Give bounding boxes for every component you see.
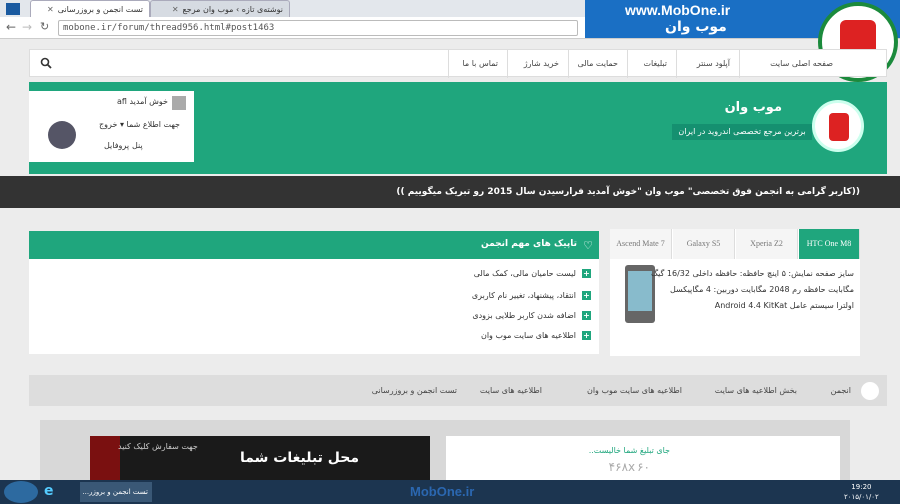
clock[interactable]: 19:20 ۲۰۱۵/۰۱/۰۲	[844, 482, 879, 502]
reload-icon[interactable]: ↻	[40, 20, 49, 33]
home-icon[interactable]	[861, 382, 879, 400]
url-input[interactable]: mobone.ir/forum/thread956.html#post1463	[58, 20, 578, 36]
welcome-box: خوش آمدید afl جهت اطلاع شما ▾ خروج پروفا…	[29, 91, 194, 162]
topic-item[interactable]: + اطلاعیه های سایت موب وان	[481, 331, 591, 345]
tab-galaxy-s5[interactable]: Galaxy S5	[673, 229, 735, 259]
heart-icon: ♡	[583, 239, 593, 252]
topic-label: اطلاعیه های سایت موب وان	[480, 331, 576, 340]
ad-slot[interactable]: جای تبلیغ شما خالیست.. ۴۶۸x۶۰	[446, 436, 840, 480]
nav-item-contact[interactable]: تماس با ما	[448, 50, 506, 78]
start-button[interactable]	[4, 481, 38, 503]
tab-title: تست انجمن و بروزرسانی	[57, 4, 143, 14]
notifications-label: جهت اطلاع شما	[126, 120, 180, 129]
chevron-down-icon: ▾	[119, 120, 124, 129]
important-topics-panel: تاپیک های مهم انجمن ♡ + لیست حامیان مالی،…	[29, 231, 599, 354]
topics-header: تاپیک های مهم انجمن ♡	[29, 231, 599, 259]
topic-label: لیست حامیان مالی، کمک مالی	[473, 269, 576, 278]
topic-item[interactable]: + انتقاد، پیشنهاد، تغییر نام کاربری	[472, 291, 591, 305]
plus-icon: +	[582, 291, 591, 300]
logout-link[interactable]: خروج	[99, 120, 117, 129]
site-title[interactable]: موب وان	[700, 100, 782, 115]
plus-icon: +	[582, 311, 591, 320]
spec-line: سایز صفحه نمایش: ۵ اینچ حافظه: حافظه داخ…	[650, 269, 854, 278]
spec-line: مگابایت حافظه رم 2048 مگابایت دوربین: 4 …	[669, 285, 854, 294]
topic-item[interactable]: + اضافه شدن کاربر طلایی بزودی	[472, 311, 591, 325]
nav-item-home[interactable]: صفحه اصلی سایت	[739, 50, 841, 78]
site-subtitle: برترین مرجع تخصصی اندروید در ایران	[672, 124, 812, 140]
breadcrumb-item[interactable]: بخش اطلاعیه های سایت	[715, 375, 797, 406]
internet-explorer-icon[interactable]: e	[44, 483, 62, 501]
welcome-text: خوش آمدید afl	[116, 97, 168, 106]
search-icon[interactable]	[40, 57, 52, 69]
os-taskbar: e تست انجمن و بروزر... MobOne.ir 19:20 ۲…	[0, 480, 900, 504]
close-icon[interactable]: ✕	[172, 5, 179, 14]
user-icon	[172, 96, 186, 110]
tab-ascend-mate-7[interactable]: Ascend Mate 7	[610, 229, 672, 259]
clock-time: 19:20	[851, 483, 872, 491]
ads-area: جهت سفارش کلیک کنید محل تبلیغات شما جای …	[40, 420, 850, 480]
nav-item-donate[interactable]: حمایت مالی	[568, 50, 626, 78]
announcement-text: ((کاربر گرامی به انجمن فوق تخصصی" موب وا…	[396, 187, 860, 197]
breadcrumb-item[interactable]: اطلاعیه های سایت	[480, 375, 542, 406]
nav-item-upload[interactable]: آپلود سنتر	[676, 50, 738, 78]
back-arrow-icon[interactable]: ←	[6, 20, 16, 34]
browser-tab-active[interactable]: تست انجمن و بروزرسانی ✕	[30, 0, 150, 17]
site-logo[interactable]	[812, 100, 864, 152]
announcement-bar: ((کاربر گرامی به انجمن فوق تخصصی" موب وا…	[0, 176, 900, 208]
plus-icon: +	[582, 331, 591, 340]
ad-banner-title: محل تبلیغات شما	[240, 450, 360, 466]
watermark-name: موب وان	[665, 19, 727, 35]
topic-label: انتقاد، پیشنهاد، تغییر نام کاربری	[471, 291, 576, 300]
ad-slot-size: ۴۶۸x۶۰	[608, 460, 650, 474]
topic-item[interactable]: + لیست حامیان مالی، کمک مالی	[474, 269, 591, 283]
watermark-url: www.MobOne.ir	[625, 2, 731, 18]
close-icon[interactable]: ✕	[47, 5, 54, 14]
breadcrumb-item-current: تست انجمن و بروزرسانی	[371, 386, 457, 395]
breadcrumb-item[interactable]: اطلاعیه های سایت موب وان	[587, 375, 682, 406]
avatar[interactable]	[48, 121, 76, 149]
nav-item-charge[interactable]: خرید شارژ	[507, 50, 567, 78]
nav-item-ads[interactable]: تبلیغات	[627, 50, 675, 78]
tab-xperia-z2[interactable]: Xperia Z2	[736, 229, 798, 259]
breadcrumb: انجمن بخش اطلاعیه های سایت اطلاعیه های س…	[29, 375, 887, 406]
browser-tab[interactable]: نوشته‌ی تازه › موب وان مرجع ✕	[150, 0, 290, 17]
topics-title: تاپیک های مهم انجمن	[481, 239, 577, 249]
window-icon	[6, 3, 20, 15]
ad-banner[interactable]: جهت سفارش کلیک کنید محل تبلیغات شما	[90, 436, 430, 480]
topic-label: اضافه شدن کاربر طلایی بزودی	[472, 311, 576, 320]
tab-title: نوشته‌ی تازه › موب وان مرجع	[182, 4, 283, 14]
tab-htc-one-m8[interactable]: HTC One M8	[799, 229, 860, 259]
main-nav: صفحه اصلی سایت آپلود سنتر تبلیغات حمایت …	[29, 49, 887, 78]
notifications-dropdown[interactable]: جهت اطلاع شما ▾	[120, 120, 180, 129]
breadcrumb-item[interactable]: انجمن	[831, 375, 851, 406]
taskbar-chrome-window[interactable]: تست انجمن و بروزر...	[80, 482, 152, 502]
clock-date: ۲۰۱۵/۰۱/۰۲	[844, 493, 879, 501]
panel-link[interactable]: پنل	[132, 141, 143, 150]
spec-line: اولترا سیستم عامل Android 4.4 KitKat	[714, 301, 854, 310]
forward-arrow-icon[interactable]: →	[22, 20, 32, 34]
profile-link[interactable]: پروفایل	[104, 141, 129, 150]
watermark-text: MobOne.ir	[410, 484, 475, 499]
phone-specs-panel: HTC One M8 Xperia Z2 Galaxy S5 Ascend Ma…	[610, 229, 860, 356]
ad-slot-text: جای تبلیغ شما خالیست..	[588, 446, 670, 455]
plus-icon: +	[582, 269, 591, 278]
ad-banner-sub: جهت سفارش کلیک کنید	[118, 442, 198, 451]
